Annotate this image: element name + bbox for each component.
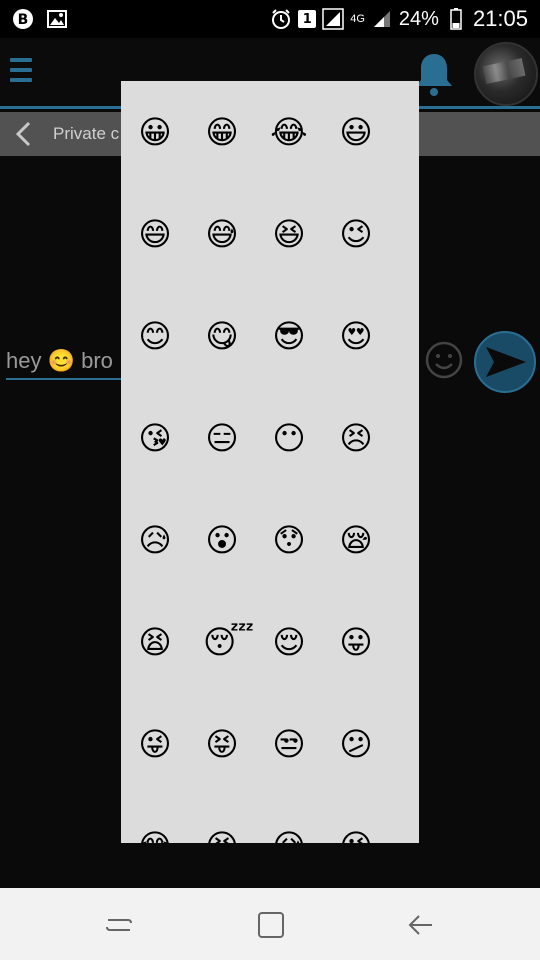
back-arrow-icon[interactable] <box>12 120 34 148</box>
emoji-glyph: 😁 <box>205 113 239 151</box>
emoji-glyph: 😅 <box>205 215 239 253</box>
emoji-item[interactable]: 😒 <box>270 725 337 827</box>
avatar[interactable] <box>474 42 538 106</box>
input-underline <box>6 378 124 380</box>
emoji-item[interactable]: 😀 <box>136 113 203 215</box>
emoji-glyph: 😀 <box>138 113 172 151</box>
emoji-item[interactable]: 😥 <box>270 827 337 843</box>
emoji-glyph: 😍 <box>339 317 373 355</box>
emoji-item[interactable]: 😑 <box>203 419 270 521</box>
image-icon <box>46 8 68 30</box>
emoji-glyph: 😋 <box>205 317 239 355</box>
emoji-item[interactable]: 😮 <box>203 521 270 623</box>
emoji-glyph: 😌 <box>272 623 306 661</box>
emoji-item[interactable]: 😄 <box>136 215 203 317</box>
emoji-glyph: 😑 <box>205 419 239 457</box>
emoji-item[interactable]: 😌 <box>270 623 337 725</box>
emoji-glyph: 😛 <box>339 623 373 661</box>
back-icon[interactable] <box>406 910 436 940</box>
emoji-glyph: 😣 <box>339 419 373 457</box>
system-nav-bar <box>0 888 540 960</box>
emoji-item[interactable]: 😊 <box>136 317 203 419</box>
emoji-glyph: 😒 <box>272 725 306 763</box>
menu-icon[interactable] <box>10 58 32 88</box>
emoji-glyph: 😫 <box>138 623 172 661</box>
emoji-item[interactable]: 😜 <box>136 725 203 827</box>
battery-icon <box>445 8 467 30</box>
emoji-item[interactable]: 😫 <box>136 623 203 725</box>
network-type: 4G <box>350 13 365 25</box>
emoji-item[interactable]: 😍 <box>337 317 404 419</box>
emoji-item[interactable]: 😴 <box>203 623 270 725</box>
emoji-item[interactable]: 😕 <box>337 725 404 827</box>
emoji-glyph: 😊 <box>138 317 172 355</box>
emoji-item[interactable]: 😣 <box>337 419 404 521</box>
message-input[interactable]: hey 😊 bro <box>6 343 124 379</box>
emoji-item[interactable]: 😆 <box>203 827 270 843</box>
emoji-glyph: 😃 <box>339 113 373 151</box>
send-icon <box>486 347 526 377</box>
emoji-glyph: 😥 <box>270 827 308 843</box>
emoji-grid: 😀 😁 😂 😃 😄 😅 😆 😉 😊 😋 😎 😍 😘 😑 😶 😣 😥 😮 😯 😪 😫 😴 😌 😛 😜 😝 😒 😕 😂 😆 😥 😉 <box>121 81 419 843</box>
emoji-item[interactable]: 😁 <box>203 113 270 215</box>
emoji-item[interactable]: 😂 <box>136 827 203 843</box>
sim-number: 1 <box>302 11 312 27</box>
sim-badge-icon: 1 <box>298 10 317 28</box>
emoji-glyph: 😪 <box>339 521 373 559</box>
emoji-glyph: 😴 <box>203 623 255 661</box>
signal-icon <box>322 8 344 30</box>
emoji-item[interactable]: 😥 <box>136 521 203 623</box>
emoji-item[interactable]: 😛 <box>337 623 404 725</box>
emoji-item[interactable]: 😎 <box>270 317 337 419</box>
emoji-glyph: 😜 <box>138 725 172 763</box>
cell-signal-icon <box>371 8 393 30</box>
emoji-item[interactable]: 😶 <box>270 419 337 521</box>
recent-apps-icon[interactable] <box>104 910 134 940</box>
emoji-item[interactable]: 😅 <box>203 215 270 317</box>
emoji-glyph: 😉 <box>339 215 373 253</box>
bitcoin-icon: B <box>12 8 34 30</box>
emoji-item[interactable]: 😋 <box>203 317 270 419</box>
emoji-glyph: 😆 <box>203 827 241 843</box>
emoji-glyph: 😯 <box>272 521 306 559</box>
svg-text:B: B <box>18 12 29 28</box>
emoji-item[interactable]: 😯 <box>270 521 337 623</box>
emoji-glyph: 😄 <box>138 215 172 253</box>
emoji-glyph: 😆 <box>272 215 306 253</box>
emoji-glyph: 😎 <box>272 317 306 355</box>
alarm-icon <box>270 8 292 30</box>
emoji-item[interactable]: 😘 <box>136 419 203 521</box>
status-bar: B 1 4G 24% 21:05 <box>0 0 540 38</box>
clock: 21:05 <box>472 6 528 31</box>
emoji-glyph: 😮 <box>205 521 239 559</box>
home-icon[interactable] <box>256 910 286 940</box>
emoji-glyph: 😂 <box>270 113 308 151</box>
emoji-toggle-icon[interactable] <box>424 340 464 380</box>
send-button[interactable] <box>474 331 536 393</box>
emoji-glyph: 😶 <box>272 419 306 457</box>
emoji-glyph: 😝 <box>205 725 239 763</box>
battery-percent: 24% <box>398 7 439 30</box>
emoji-item[interactable]: 😉 <box>337 827 404 843</box>
emoji-item[interactable]: 😪 <box>337 521 404 623</box>
emoji-glyph: 😉 <box>337 827 375 843</box>
emoji-item[interactable]: 😆 <box>270 215 337 317</box>
emoji-item[interactable]: 😂 <box>270 113 337 215</box>
emoji-glyph: 😥 <box>138 521 172 559</box>
emoji-glyph: 😕 <box>339 725 373 763</box>
emoji-glyph: 😘 <box>138 419 172 457</box>
emoji-item[interactable]: 😝 <box>203 725 270 827</box>
emoji-picker[interactable]: 😀 😁 😂 😃 😄 😅 😆 😉 😊 😋 😎 😍 😘 😑 😶 😣 😥 😮 😯 😪 😫 😴 😌 😛 😜 😝 😒 😕 😂 😆 😥 😉 <box>121 81 419 843</box>
chat-title: Private c <box>53 124 120 143</box>
emoji-glyph: 😂 <box>136 827 174 843</box>
emoji-item[interactable]: 😃 <box>337 113 404 215</box>
emoji-item[interactable]: 😉 <box>337 215 404 317</box>
